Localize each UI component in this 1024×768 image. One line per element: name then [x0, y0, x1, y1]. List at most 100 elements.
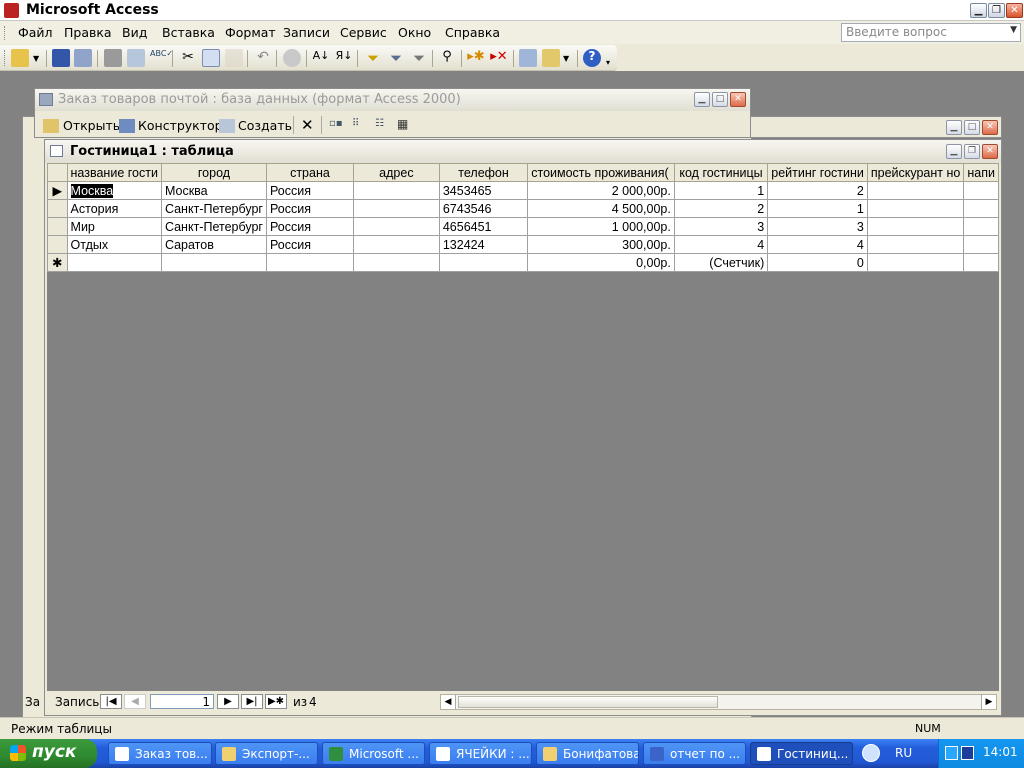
delete-icon[interactable]: ✕ [301, 116, 314, 134]
taskbar-item-excel[interactable]: Microsoft ... [322, 742, 425, 765]
cell-address[interactable] [352, 199, 440, 218]
copy-icon[interactable] [202, 49, 220, 67]
table-close-button[interactable]: ✕ [982, 144, 998, 159]
table-restore-button[interactable]: ❐ [964, 144, 980, 159]
cell-extra[interactable] [963, 217, 999, 236]
cell-rating[interactable]: 2 [767, 181, 868, 200]
column-header[interactable]: стоимость проживания( [527, 163, 675, 182]
menu-file[interactable]: Файл [18, 25, 53, 40]
scroll-left-button[interactable]: ◀ [441, 695, 456, 709]
new-record-icon[interactable]: ▸✱ [467, 49, 485, 67]
ask-question-input[interactable]: Введите вопрос ▼ [841, 23, 1021, 42]
column-header[interactable]: название гости [66, 163, 162, 182]
app-close-button[interactable]: ✕ [1006, 3, 1023, 18]
print-preview-icon[interactable] [127, 49, 145, 67]
taskbar-item-report[interactable]: отчет по ... [643, 742, 746, 765]
cell-price-list[interactable] [866, 217, 965, 236]
undo-icon[interactable]: ↶ [254, 49, 272, 67]
menu-window[interactable]: Окно [398, 25, 431, 40]
hyperlink-icon[interactable] [283, 49, 301, 67]
details-view-icon[interactable]: ▦ [397, 117, 408, 131]
cell-name[interactable]: Отдых [66, 235, 162, 254]
cell-code[interactable]: 4 [673, 235, 769, 254]
db-maximize-button[interactable]: □ [712, 92, 728, 107]
cell-cost[interactable]: 0,00р. [527, 253, 675, 272]
menu-insert[interactable]: Вставка [162, 25, 215, 40]
cell-address[interactable] [352, 217, 440, 236]
filter-by-form-icon[interactable]: ⏷ [387, 49, 405, 67]
language-indicator[interactable]: RU [895, 746, 912, 760]
new-object-icon[interactable] [542, 49, 560, 67]
design-view-icon[interactable] [11, 49, 29, 67]
scrollbar-thumb[interactable] [458, 696, 718, 708]
cell-rating[interactable]: 1 [767, 199, 868, 218]
cell-phone[interactable]: 4656451 [438, 217, 529, 236]
scroll-right-button[interactable]: ▶ [981, 695, 996, 709]
next-record-button[interactable]: ▶ [217, 694, 239, 709]
column-header[interactable]: напи [963, 163, 999, 182]
media-icon[interactable] [961, 746, 974, 760]
cell-cost[interactable]: 1 000,00р. [527, 217, 675, 236]
cell-phone[interactable]: 3453465 [438, 181, 529, 200]
cell-name[interactable]: Москва [66, 181, 162, 200]
cell-cost[interactable]: 2 000,00р. [527, 181, 675, 200]
first-record-button[interactable]: |◀ [100, 694, 122, 709]
new-record-button[interactable]: ▶✱ [265, 694, 287, 709]
secondary-minimize-button[interactable]: ▁ [946, 120, 962, 135]
table-row[interactable]: ▶ Москва Москва Россия 3453465 2 000,00р… [47, 181, 999, 200]
taskbar-item-cells[interactable]: ЯЧЕЙКИ : ... [429, 742, 532, 765]
column-header[interactable]: адрес [352, 163, 440, 182]
cell-address[interactable] [352, 235, 440, 254]
sort-descending-icon[interactable]: Я↓ [335, 49, 353, 67]
toolbar-grip[interactable] [4, 50, 7, 66]
column-header[interactable]: прейскурант но [866, 163, 965, 182]
cell-code[interactable]: (Счетчик) [673, 253, 769, 272]
cell-phone[interactable] [438, 253, 529, 272]
taskbar-item-database[interactable]: Заказ тов... [108, 742, 212, 765]
design-view-dropdown-icon[interactable]: ▼ [33, 54, 39, 63]
print-icon[interactable] [104, 49, 122, 67]
cell-rating[interactable]: 3 [767, 217, 868, 236]
cell-phone[interactable]: 132424 [438, 235, 529, 254]
cell-name[interactable]: Мир [66, 217, 162, 236]
app-restore-button[interactable]: ❐ [988, 3, 1005, 18]
cell-extra[interactable] [963, 181, 999, 200]
cell-code[interactable]: 1 [673, 181, 769, 200]
last-record-button[interactable]: ▶| [241, 694, 263, 709]
spelling-icon[interactable]: ABC✓ [150, 49, 173, 67]
menu-grip[interactable] [4, 26, 7, 40]
cell-rating[interactable]: 0 [767, 253, 868, 272]
cell-extra[interactable] [963, 253, 999, 272]
cell-city[interactable]: Москва [160, 181, 267, 200]
db-design-button[interactable]: Конструктор [138, 118, 223, 133]
new-record-icon[interactable]: ✱ [47, 253, 68, 272]
db-create-button[interactable]: Создать [238, 118, 292, 133]
menu-edit[interactable]: Правка [64, 25, 112, 40]
secondary-close-button[interactable]: ✕ [982, 120, 998, 135]
cell-city[interactable]: Санкт-Петербург [160, 217, 267, 236]
start-button[interactable]: пуск [0, 739, 97, 768]
apply-filter-icon[interactable]: ⏷ [410, 49, 428, 67]
cell-price-list[interactable] [866, 235, 965, 254]
database-window[interactable]: Заказ товаров почтой : база данных (форм… [34, 88, 751, 138]
cell-address[interactable] [352, 253, 440, 272]
file-search-icon[interactable] [74, 49, 92, 67]
column-header[interactable]: код гостиницы [673, 163, 769, 182]
cell-country[interactable]: Россия [265, 199, 354, 218]
table-row[interactable]: Мир Санкт-Петербург Россия 4656451 1 000… [47, 217, 999, 236]
taskbar-item-folder[interactable]: Бонифатова [536, 742, 639, 765]
column-header[interactable]: телефон [438, 163, 529, 182]
taskbar-item-hotel-table[interactable]: Гостиниц... [750, 742, 853, 765]
cell-city[interactable]: Санкт-Петербург [160, 199, 267, 218]
new-record-row[interactable]: ✱ 0,00р. (Счетчик) 0 [47, 253, 999, 272]
find-icon[interactable]: ⚲ [438, 49, 456, 67]
chevron-down-icon[interactable]: ▼ [1010, 25, 1017, 35]
large-icons-view-icon[interactable]: ▫▪ [329, 118, 343, 129]
cell-cost[interactable]: 300,00р. [527, 235, 675, 254]
horizontal-scrollbar[interactable]: ◀ ▶ [440, 694, 997, 710]
current-record-input[interactable]: 1 [150, 694, 214, 709]
ie-quicklaunch-icon[interactable] [862, 744, 880, 762]
filter-by-selection-icon[interactable]: ⏷ [364, 49, 382, 67]
record-selector[interactable] [47, 235, 68, 254]
cell-country[interactable]: Россия [265, 217, 354, 236]
